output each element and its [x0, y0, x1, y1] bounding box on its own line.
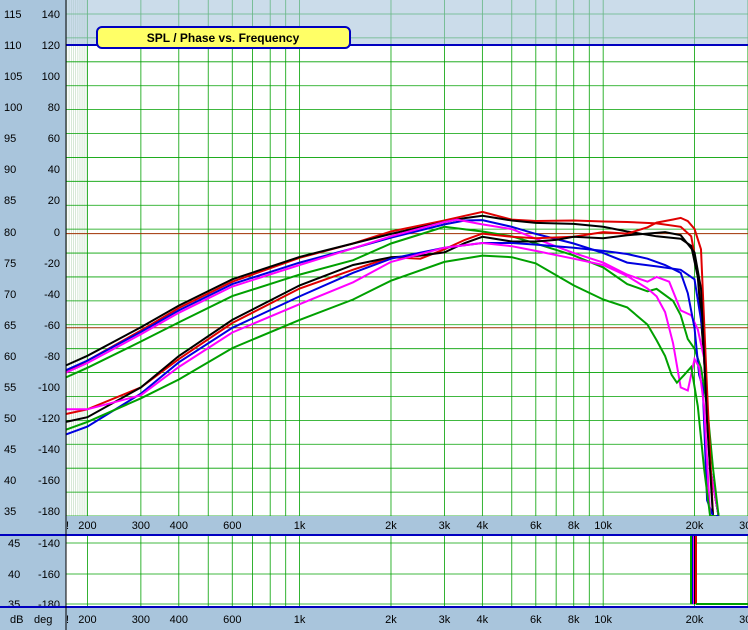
y-tick-label-db: 100 — [4, 102, 22, 114]
x-tick-label: 600 — [223, 520, 241, 532]
y-tick-label-deg: 0 — [54, 227, 60, 239]
y-tick-label-deg: 20 — [48, 195, 60, 207]
y-tick-label-deg: 100 — [42, 71, 60, 83]
y-tick-label-db: 105 — [4, 71, 22, 83]
y-tick-label-deg: -60 — [44, 320, 60, 332]
x-tick-label-lower: 8k — [568, 614, 580, 626]
y-tick-label-db: 115 — [4, 9, 22, 21]
y-tick-label-deg: 40 — [48, 164, 60, 176]
x-tick-label: 20k — [686, 520, 704, 532]
lower-plot-area — [66, 536, 748, 606]
bottom-bar — [0, 606, 748, 630]
chart-title: SPL / Phase vs. Frequency — [147, 31, 300, 45]
lower-unit-db: dB — [10, 614, 23, 626]
x-tick-label-lower: 1k — [294, 614, 306, 626]
x-tick-label: 4k — [477, 520, 489, 532]
y-tick-label-deg: -100 — [38, 382, 60, 394]
lower-y-label-deg: -140 — [38, 538, 60, 550]
x-tick-label-lower: 400 — [170, 614, 188, 626]
y-tick-label-db: 60 — [4, 351, 16, 363]
x-tick-label-lower: 4k — [477, 614, 489, 626]
y-tick-label-db: 45 — [4, 444, 16, 456]
y-tick-label-deg: 60 — [48, 133, 60, 145]
x-tick-label-lower: 20k — [686, 614, 704, 626]
y-tick-label-db: 55 — [4, 382, 16, 394]
x-tick-label: 8k — [568, 520, 580, 532]
y-tick-label-deg: -160 — [38, 475, 60, 487]
y-tick-label-deg: -20 — [44, 258, 60, 270]
lower-y-label-deg: -160 — [38, 569, 60, 581]
lower-y-label-db: 45 — [8, 538, 20, 550]
x-tick-label-lower: 2k — [385, 614, 397, 626]
y-tick-label-deg: -40 — [44, 289, 60, 301]
y-tick-label-deg: -140 — [38, 444, 60, 456]
y-tick-label-deg: -80 — [44, 351, 60, 363]
y-tick-label-db: 65 — [4, 320, 16, 332]
x-tick-label: 1k — [294, 520, 306, 532]
y-tick-label-deg: 80 — [48, 102, 60, 114]
y-tick-label-db: 85 — [4, 195, 16, 207]
x-tick-label-lower: 30k — [739, 614, 748, 626]
x-tick-label: 2k — [385, 520, 397, 532]
x-tick-label-lower: 10k — [594, 614, 612, 626]
y-tick-label-db: 50 — [4, 413, 16, 425]
x-axis-bar — [0, 516, 748, 535]
lower-y-label-db: 40 — [8, 569, 20, 581]
y-tick-label-db: 75 — [4, 258, 16, 270]
y-tick-label-db: 90 — [4, 164, 16, 176]
x-tick-label-lower: 6k — [530, 614, 542, 626]
x-tick-label: 200 — [78, 520, 96, 532]
y-tick-label-db: 70 — [4, 289, 16, 301]
lower-unit-deg: deg — [34, 614, 52, 626]
x-tick-label: 10k — [594, 520, 612, 532]
y-tick-label-db: 110 — [4, 40, 22, 52]
y-tick-label-deg: 120 — [42, 40, 60, 52]
x-tick-label: 30k — [739, 520, 748, 532]
x-tick-label: 400 — [170, 520, 188, 532]
spl-phase-chart: SPL / Phase vs. Frequency 115 110 105 100 95… — [0, 0, 748, 630]
x-tick-label: 300 — [132, 520, 150, 532]
x-tick-label: 3k — [439, 520, 451, 532]
x-tick-label-lower: 300 — [132, 614, 150, 626]
x-tick-label: 6k — [530, 520, 542, 532]
y-tick-label-db: 80 — [4, 227, 16, 239]
y-tick-label-deg: -120 — [38, 413, 60, 425]
y-tick-label-deg: 140 — [42, 9, 60, 21]
x-tick-label-lower: 600 — [223, 614, 241, 626]
y-tick-label-db: 40 — [4, 475, 16, 487]
x-tick-label-lower: 200 — [78, 614, 96, 626]
x-tick-label-lower: 3k — [439, 614, 451, 626]
y-tick-label-db: 95 — [4, 133, 16, 145]
